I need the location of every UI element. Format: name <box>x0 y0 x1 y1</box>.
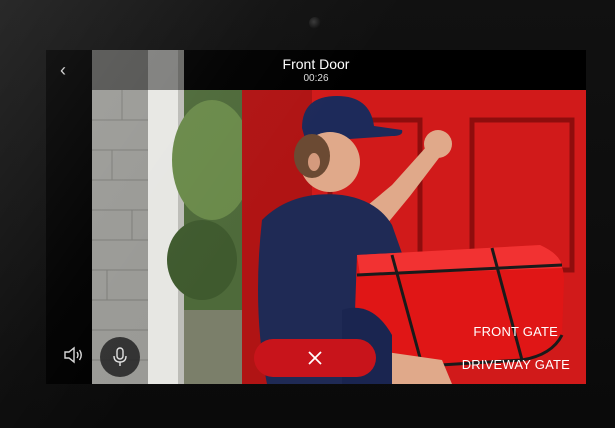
call-header: ‹ Front Door 00:26 <box>46 50 586 90</box>
call-duration: 00:26 <box>303 73 329 84</box>
close-icon <box>308 351 322 365</box>
intercom-screen: ‹ Front Door 00:26 FRONT GATE DRIVEWAY G… <box>46 50 586 384</box>
front-camera <box>309 17 321 29</box>
front-gate-button[interactable]: FRONT GATE <box>473 324 558 339</box>
driveway-gate-button[interactable]: DRIVEWAY GATE <box>462 357 570 372</box>
microphone-icon <box>113 347 127 366</box>
speaker-icon[interactable] <box>63 346 85 364</box>
call-title: Front Door <box>282 56 350 72</box>
end-call-button[interactable] <box>254 339 376 377</box>
mute-button[interactable] <box>100 337 140 377</box>
